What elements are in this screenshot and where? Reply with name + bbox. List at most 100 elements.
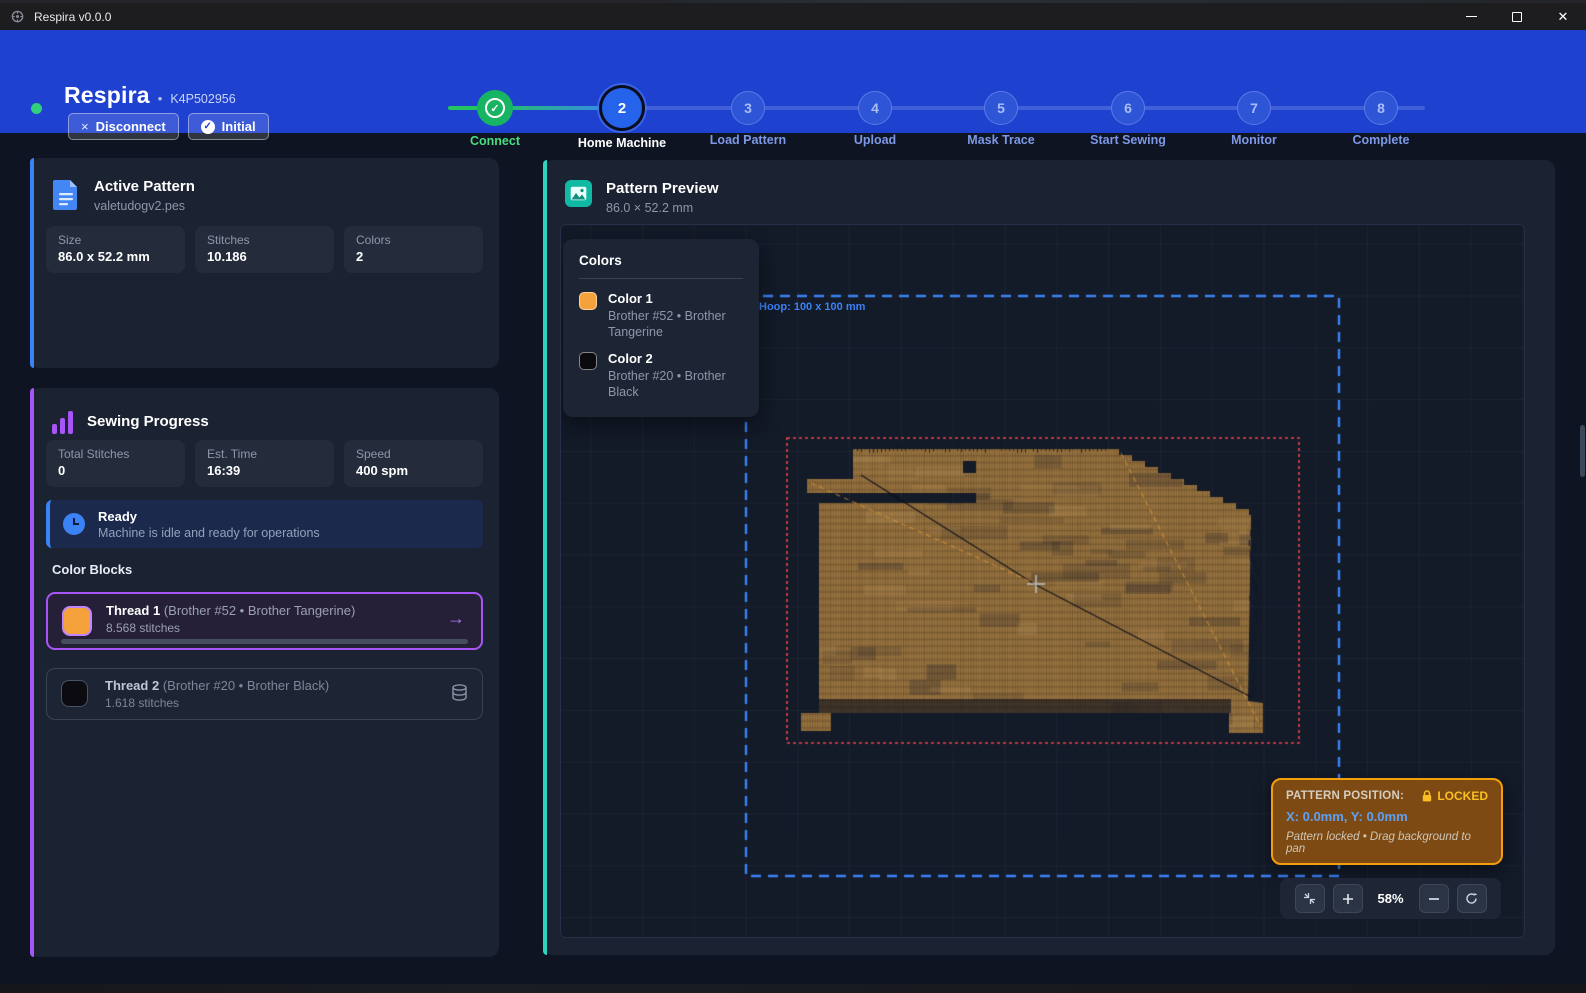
step-number: 8 (1364, 91, 1398, 125)
stat-stitches: Stitches 10.186 (195, 226, 334, 273)
step-monitor[interactable]: 7 Monitor (1189, 88, 1319, 147)
color-swatch (579, 292, 597, 310)
thread-2-row[interactable]: Thread 2 (Brother #20 • Brother Black) 1… (46, 668, 483, 720)
active-pattern-title: Active Pattern (94, 178, 195, 195)
disconnect-button[interactable]: × Disconnect (68, 113, 179, 140)
minimize-button[interactable] (1448, 3, 1494, 30)
step-label: Start Sewing (1063, 133, 1193, 147)
step-label: Complete (1316, 133, 1446, 147)
fit-view-button[interactable] (1295, 884, 1325, 913)
scrollbar-thumb[interactable] (1580, 425, 1585, 477)
brand-bullet: • (158, 91, 163, 106)
stack-icon (451, 684, 468, 703)
maximize-button[interactable] (1494, 3, 1540, 30)
background-window-sliver (0, 984, 1586, 993)
color-name: Color 2 (608, 351, 743, 366)
step-start-sewing[interactable]: 6 Start Sewing (1063, 88, 1193, 147)
stat-colors: Colors 2 (344, 226, 483, 273)
lock-icon (1422, 790, 1432, 802)
step-number: 3 (731, 91, 765, 125)
step-number: 4 (858, 91, 892, 125)
step-label: Upload (810, 133, 940, 147)
step-complete[interactable]: 8 Complete (1316, 88, 1446, 147)
fit-view-icon (1303, 892, 1316, 905)
sewing-progress-card: Sewing Progress Total Stitches 0 Est. Ti… (30, 388, 499, 957)
active-pattern-card: Active Pattern valetudogv2.pes Size 86.0… (30, 158, 499, 368)
colors-legend-panel: Colors Color 1 Brother #52 • Brother Tan… (563, 239, 759, 417)
colors-legend-title: Colors (579, 253, 743, 268)
stat-size: Size 86.0 x 52.2 mm (46, 226, 185, 273)
stat-label: Size (58, 233, 173, 247)
stat-value: 16:39 (207, 463, 322, 478)
thread-detail: (Brother #20 • Brother Black) (163, 678, 329, 693)
window-title: Respira v0.0.0 (34, 10, 111, 24)
zoom-in-button[interactable] (1333, 884, 1363, 913)
close-icon: ✕ (1558, 10, 1569, 23)
stat-label: Stitches (207, 233, 322, 247)
plus-icon (1342, 893, 1354, 905)
thread-stitch-count: 1.618 stitches (105, 696, 329, 710)
step-number: 5 (984, 91, 1018, 125)
legend-color-1: Color 1 Brother #52 • Brother Tangerine (579, 291, 743, 340)
locked-badge: LOCKED (1437, 789, 1488, 803)
card-accent (543, 160, 547, 955)
pattern-preview-title: Pattern Preview (606, 180, 719, 197)
sewing-progress-title: Sewing Progress (87, 413, 209, 430)
color-name: Color 1 (608, 291, 743, 306)
step-complete-check-icon: ✓ (477, 90, 513, 126)
stat-speed: Speed 400 spm (344, 440, 483, 487)
stat-value: 0 (58, 463, 173, 478)
pattern-filename: valetudogv2.pes (94, 199, 195, 213)
disconnect-label: Disconnect (96, 119, 166, 134)
machine-status-banner: Ready Machine is idle and ready for oper… (46, 500, 483, 548)
machine-serial: K4P502956 (170, 92, 235, 106)
reset-view-button[interactable] (1457, 884, 1487, 913)
step-label: Monitor (1189, 133, 1319, 147)
thread-color-swatch (62, 606, 92, 636)
thread-color-swatch (61, 680, 88, 707)
preview-canvas-area[interactable]: Hoop: 100 x 100 mm Colors Color 1 Brothe… (560, 224, 1525, 938)
minimize-icon (1466, 16, 1477, 18)
zoom-level: 58% (1371, 891, 1411, 906)
step-connect[interactable]: ✓ Connect (430, 88, 560, 148)
color-description: Brother #52 • Brother Tangerine (608, 309, 743, 340)
pattern-position-overlay: PATTERN POSITION: LOCKED X: 0.0mm, Y: 0.… (1271, 778, 1503, 865)
zoom-out-button[interactable] (1419, 884, 1449, 913)
minus-icon (1428, 893, 1440, 905)
check-circle-icon: ✓ (201, 120, 215, 134)
zoom-toolbar: 58% (1280, 878, 1501, 919)
initial-label: Initial (222, 119, 256, 134)
initial-button[interactable]: ✓ Initial (188, 113, 269, 140)
step-label: Mask Trace (936, 133, 1066, 147)
stat-label: Speed (356, 447, 471, 461)
divider (579, 278, 743, 279)
chart-bars-icon (52, 410, 73, 434)
thread-name: Thread 1 (106, 603, 160, 618)
stat-value: 2 (356, 249, 471, 264)
status-description: Machine is idle and ready for operations (98, 526, 320, 540)
step-upload[interactable]: 4 Upload (810, 88, 940, 147)
brand-title: Respira (64, 82, 150, 109)
refresh-icon (1465, 892, 1478, 905)
thread-stitch-count: 8.568 stitches (106, 621, 355, 635)
step-mask-trace[interactable]: 5 Mask Trace (936, 88, 1066, 147)
close-x-icon: × (81, 119, 89, 134)
document-icon (52, 178, 80, 210)
stat-label: Est. Time (207, 447, 322, 461)
connection-status-dot (31, 103, 42, 114)
titlebar: Respira v0.0.0 ✕ (0, 3, 1586, 30)
step-number: 7 (1237, 91, 1271, 125)
hoop-size-label: Hoop: 100 x 100 mm (759, 301, 865, 313)
legend-color-2: Color 2 Brother #20 • Brother Black (579, 351, 743, 400)
clock-icon (63, 513, 85, 535)
thread-1-row[interactable]: Thread 1 (Brother #52 • Brother Tangerin… (46, 592, 483, 650)
pattern-size: 86.0 × 52.2 mm (606, 201, 719, 215)
close-button[interactable]: ✕ (1540, 3, 1586, 30)
card-accent (30, 158, 34, 368)
step-label: Load Pattern (683, 133, 813, 147)
maximize-icon (1512, 12, 1522, 22)
pattern-preview-card: Pattern Preview 86.0 × 52.2 mm Hoop: 100… (543, 160, 1555, 955)
step-load-pattern[interactable]: 3 Load Pattern (683, 88, 813, 147)
step-home-machine[interactable]: 2 Home Machine (557, 88, 687, 150)
stat-value: 86.0 x 52.2 mm (58, 249, 173, 264)
